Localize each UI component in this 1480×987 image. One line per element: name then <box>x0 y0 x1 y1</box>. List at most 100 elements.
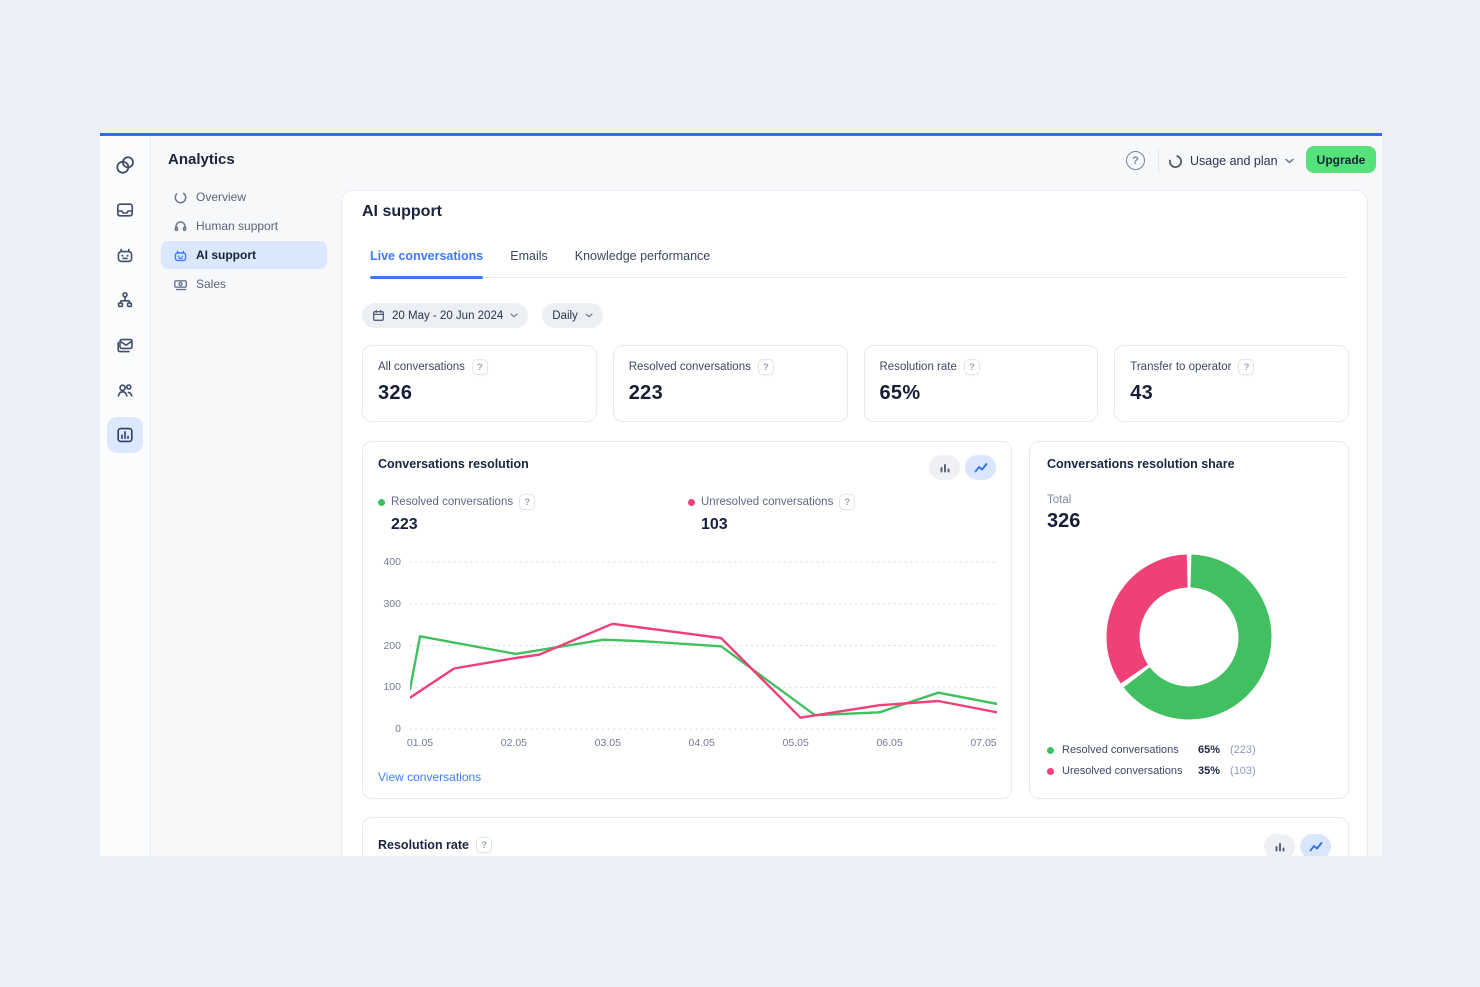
legend-label: Resolved conversations <box>391 496 513 508</box>
help-badge[interactable]: ? <box>758 359 774 375</box>
legend-value: 103 <box>701 516 855 534</box>
chevron-down-icon <box>585 313 593 318</box>
help-badge[interactable]: ? <box>476 837 492 853</box>
donut-segments <box>1123 571 1255 703</box>
help-badge[interactable]: ? <box>839 494 855 510</box>
sidebar-item-overview[interactable]: Overview <box>161 183 327 211</box>
help-icon[interactable]: ? <box>1126 151 1145 170</box>
overview-icon <box>173 190 188 205</box>
y-axis-label: 300 <box>363 597 401 611</box>
legend-dot <box>1047 747 1054 754</box>
stat-card-resolved-conversations: Resolved conversations? 223 <box>613 345 848 422</box>
date-range-value: 20 May - 20 Jun 2024 <box>392 310 503 322</box>
stat-value: 326 <box>378 382 581 405</box>
card-title: Conversations resolution share <box>1047 457 1235 471</box>
bar-chart-toggle-icon[interactable] <box>1264 834 1295 856</box>
help-badge[interactable]: ? <box>964 359 980 375</box>
stat-label: Transfer to operator <box>1130 361 1231 373</box>
usage-and-plan-menu[interactable]: Usage and plan <box>1168 150 1294 172</box>
stat-label: Resolution rate <box>880 361 957 373</box>
resolution-line-chart <box>410 552 997 739</box>
total-label: Total <box>1047 494 1071 506</box>
tab-emails[interactable]: Emails <box>510 249 548 277</box>
chart-type-toggles <box>929 455 996 480</box>
stat-label: Resolved conversations <box>629 361 751 373</box>
x-axis-label: 07.05 <box>970 737 996 749</box>
help-badge[interactable]: ? <box>472 359 488 375</box>
legend-count: (103) <box>1230 765 1256 777</box>
ai-support-panel: AI support Live conversations Emails Kno… <box>341 190 1368 856</box>
line-chart-toggle-icon[interactable] <box>1300 834 1331 856</box>
sidebar-item-label: Sales <box>196 277 226 291</box>
sidebar-item-ai-support[interactable]: AI support <box>161 241 327 269</box>
y-axis-label: 100 <box>363 680 401 694</box>
app-window: Analytics ? Usage and plan Upgrade Overv… <box>100 133 1382 856</box>
stat-value: 65% <box>880 382 1083 405</box>
tab-knowledge-performance[interactable]: Knowledge performance <box>575 249 711 277</box>
stat-value: 43 <box>1130 382 1333 405</box>
stat-cards-row: All conversations? 326 Resolved conversa… <box>362 345 1349 422</box>
bar-chart-toggle-icon[interactable] <box>929 455 960 480</box>
contacts-icon[interactable] <box>103 367 148 412</box>
resolution-share-card: Conversations resolution share Total 326… <box>1029 441 1349 799</box>
x-axis-labels: 01.0502.0503.0504.0505.0506.0507.05 <box>410 737 997 751</box>
legend-dot <box>688 499 695 506</box>
usage-and-plan-label: Usage and plan <box>1190 154 1278 168</box>
legend-value: 223 <box>391 516 535 534</box>
stat-card-resolution-rate: Resolution rate? 65% <box>864 345 1099 422</box>
headset-icon <box>173 219 188 234</box>
charts-row: Conversations resolution Resolved conver… <box>362 441 1349 799</box>
legend-percent: 65% <box>1198 744 1220 756</box>
campaigns-icon[interactable] <box>103 322 148 367</box>
total-value: 326 <box>1047 510 1080 533</box>
sidebar-item-label: Overview <box>196 190 246 204</box>
analytics-icon[interactable] <box>103 412 148 457</box>
sidebar-item-label: AI support <box>196 248 256 262</box>
flows-icon[interactable] <box>103 277 148 322</box>
legend-unresolved: Unresolved conversations ? 103 <box>688 494 855 534</box>
stat-card-transfer-to-operator: Transfer to operator? 43 <box>1114 345 1349 422</box>
y-axis-label: 200 <box>363 639 401 653</box>
date-range-picker[interactable]: 20 May - 20 Jun 2024 <box>362 303 528 328</box>
donut-legend-resolved: Resolved conversations 65% (223) <box>1047 744 1256 756</box>
panel-title: AI support <box>362 203 442 221</box>
inbox-icon[interactable] <box>103 187 148 232</box>
stat-value: 223 <box>629 382 832 405</box>
line-chart-toggle-icon[interactable] <box>965 455 996 480</box>
y-axis-label: 400 <box>363 555 401 569</box>
logo-icon[interactable] <box>103 142 148 187</box>
sidebar-item-sales[interactable]: Sales <box>161 270 327 298</box>
granularity-value: Daily <box>552 310 578 322</box>
card-title: Resolution rate ? <box>378 837 492 853</box>
donut-legend-unresolved: Uresolved conversations 35% (103) <box>1047 765 1256 777</box>
y-axis-label: 0 <box>363 722 401 736</box>
view-conversations-link[interactable]: View conversations <box>378 770 481 784</box>
usage-gauge-icon <box>1168 154 1183 169</box>
stat-label: All conversations <box>378 361 465 373</box>
help-badge[interactable]: ? <box>1238 359 1254 375</box>
help-badge[interactable]: ? <box>519 494 535 510</box>
legend-dot <box>1047 768 1054 775</box>
page-header-title: Analytics <box>168 151 235 168</box>
x-axis-label: 05.05 <box>783 737 809 749</box>
legend-dot <box>378 499 385 506</box>
legend-label: Resolved conversations <box>1062 744 1190 756</box>
banknote-icon <box>173 277 188 292</box>
upgrade-button[interactable]: Upgrade <box>1306 146 1376 173</box>
calendar-icon <box>372 309 385 322</box>
tab-bar: Live conversations Emails Knowledge perf… <box>370 249 1347 278</box>
tab-live-conversations[interactable]: Live conversations <box>370 249 483 277</box>
chevron-down-icon <box>510 313 518 318</box>
x-axis-label: 01.05 <box>407 737 433 749</box>
sidebar-item-label: Human support <box>196 219 278 233</box>
chevron-down-icon <box>1285 158 1294 164</box>
chart-type-toggles <box>1264 834 1331 856</box>
x-axis-label: 02.05 <box>501 737 527 749</box>
legend-count: (223) <box>1230 744 1256 756</box>
bot-icon[interactable] <box>103 232 148 277</box>
granularity-select[interactable]: Daily <box>542 303 603 328</box>
resolution-rate-card: Resolution rate ? <box>362 817 1349 856</box>
icon-rail <box>100 136 151 856</box>
sidebar-item-human-support[interactable]: Human support <box>161 212 327 240</box>
resolution-donut-chart <box>1106 554 1272 720</box>
